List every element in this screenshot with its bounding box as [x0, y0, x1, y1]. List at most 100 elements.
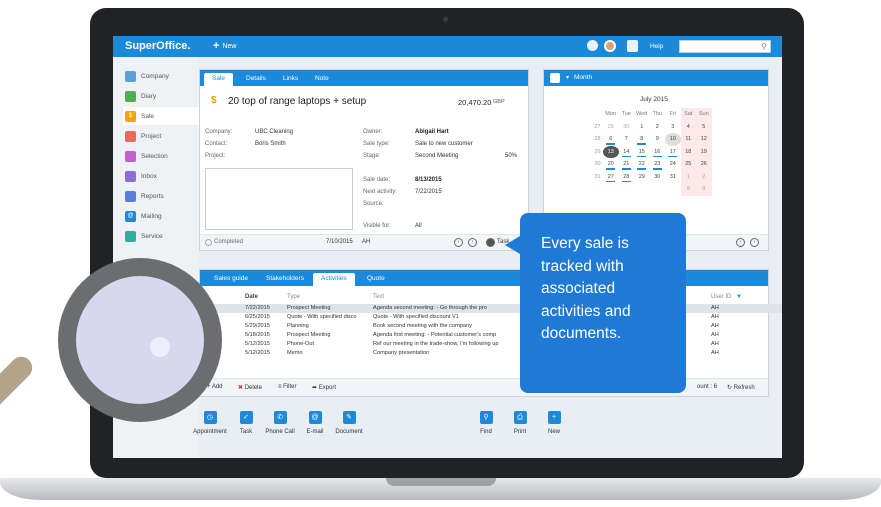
tab-sale[interactable]: Sale — [204, 73, 234, 86]
appointment-button[interactable]: ◷ Appointment — [191, 411, 229, 435]
calendar-lock-icon[interactable] — [550, 73, 560, 83]
search-input[interactable]: ⚲ — [679, 40, 771, 53]
table-row[interactable]: 5/18/2015 Prospect Meeting Agenda first … — [201, 331, 782, 340]
find-button[interactable]: ⚲ Find — [475, 411, 497, 435]
calendar-day[interactable]: 30 — [650, 171, 666, 184]
refresh-button[interactable]: ↻ Refresh — [727, 384, 755, 391]
contact-value[interactable]: Boris Smith — [255, 141, 286, 147]
previous-icon[interactable]: ‹ — [736, 238, 745, 247]
calendar-day[interactable]: 29 — [634, 171, 650, 184]
calendar-day[interactable]: 5 — [696, 120, 712, 133]
calendar-day[interactable]: 3 — [665, 121, 681, 134]
calendar-day[interactable]: 8 — [680, 183, 696, 196]
calendar-view-label[interactable]: Month — [574, 74, 592, 81]
column-date[interactable]: Date — [245, 294, 258, 300]
calendar-day[interactable]: 23 — [650, 158, 666, 171]
calendar-day[interactable]: 2 — [696, 170, 712, 183]
calendar-day[interactable]: 9 — [696, 183, 712, 196]
calendar-day[interactable]: 17 — [665, 146, 681, 159]
company-value[interactable]: UBC Cleaning — [255, 129, 293, 135]
delete-button[interactable]: ✖ Delete — [238, 384, 262, 391]
calendar-day-today[interactable]: 13 — [603, 145, 619, 158]
calendar-day[interactable]: 11 — [680, 133, 696, 146]
phone-call-button[interactable]: ✆ Phone Call — [263, 411, 297, 435]
calendar-day[interactable]: 6 — [603, 133, 619, 146]
calendar-day[interactable]: 1 — [680, 170, 696, 183]
calendar-day[interactable]: 12 — [696, 133, 712, 146]
stage-value[interactable]: Second Meeting — [415, 153, 458, 159]
export-button[interactable]: ➦ Export — [312, 384, 336, 391]
sidebar-item-reports[interactable]: Reports — [123, 187, 199, 205]
column-text[interactable]: Text — [373, 294, 384, 300]
calendar-day[interactable]: 15 — [634, 146, 650, 159]
tab-details[interactable]: Details — [238, 73, 274, 86]
calendar-day[interactable]: 14 — [619, 146, 635, 159]
calendar-day[interactable]: 24 — [665, 158, 681, 171]
calendar-day[interactable]: 2 — [650, 121, 666, 134]
sidebar-item-diary[interactable]: Diary — [123, 87, 199, 105]
table-row[interactable]: 5/29/2015 Planning Book second meeting w… — [201, 322, 782, 331]
calendar-day[interactable]: 26 — [696, 158, 712, 171]
new-toolbar-button[interactable]: + New — [543, 411, 565, 435]
tab-stakeholders[interactable]: Stakeholders — [258, 273, 312, 286]
calendar-day[interactable]: 28 — [619, 171, 635, 184]
sidebar-item-service[interactable]: Service — [123, 227, 199, 245]
calendar-day[interactable]: 7 — [619, 133, 635, 146]
calendar-day[interactable]: 9 — [650, 133, 666, 146]
column-user[interactable]: User ID — [711, 294, 731, 300]
calendar-day[interactable]: 8 — [634, 133, 650, 146]
calendar-day[interactable]: 16 — [650, 146, 666, 159]
sidebar-item-project[interactable]: Project — [123, 127, 199, 145]
calendar-day[interactable]: 1 — [634, 121, 650, 134]
sale-date-value[interactable]: 8/13/2015 — [415, 177, 442, 183]
next-icon[interactable]: › — [468, 238, 477, 247]
calendar-day[interactable]: 31 — [665, 171, 681, 184]
next-activity-value[interactable]: 7/22/2015 — [415, 189, 442, 195]
task-button[interactable]: ✓ Task — [235, 411, 257, 435]
sidebar-item-mailing[interactable]: @ Mailing — [123, 207, 199, 225]
calendar-day[interactable]: 18 — [680, 145, 696, 158]
tab-note[interactable]: Note — [307, 73, 337, 86]
owner-value[interactable]: Abigail Hart — [415, 129, 449, 135]
new-button[interactable]: + New — [213, 41, 236, 52]
email-button[interactable]: @ E-mail — [303, 411, 327, 435]
sidebar-item-company[interactable]: Company — [123, 67, 199, 85]
description-textarea[interactable] — [205, 168, 353, 230]
task-icon[interactable] — [486, 238, 495, 247]
filter-button[interactable]: ≡ Filter — [278, 384, 297, 390]
calendar-day[interactable]: 19 — [696, 145, 712, 158]
sidebar-item-sale[interactable]: $ Sale — [123, 107, 199, 125]
previous-icon[interactable]: ‹ — [454, 238, 463, 247]
notifications-icon[interactable] — [587, 40, 598, 51]
print-button[interactable]: ⎙ Print — [509, 411, 531, 435]
sidebar-item-selection[interactable]: Selection — [123, 147, 199, 165]
sale-type-value[interactable]: Sale to new customer — [415, 141, 473, 147]
tab-sales-guide[interactable]: Sales guide — [206, 273, 256, 286]
filter-icon[interactable]: ▼ — [736, 294, 742, 300]
help-link[interactable]: Help — [650, 43, 663, 50]
table-row[interactable]: 5/12/2015 Phone-Out Ref our meeting in t… — [201, 340, 782, 349]
calendar-day[interactable]: 4 — [680, 120, 696, 133]
completed-checkbox[interactable] — [205, 239, 212, 246]
tab-links[interactable]: Links — [275, 73, 306, 86]
visible-for-value[interactable]: All — [415, 223, 422, 229]
calendar-day[interactable]: 10 — [665, 133, 681, 146]
calendar-day[interactable]: 25 — [680, 158, 696, 171]
table-row[interactable]: 5/12/2015 Memo Company presentation AH — [201, 349, 782, 358]
calendar-day[interactable]: 20 — [603, 158, 619, 171]
table-row[interactable]: 7/22/2015 Prospect Meeting Agenda second… — [201, 304, 782, 313]
next-icon[interactable]: › — [750, 238, 759, 247]
tab-quote[interactable]: Quote — [359, 273, 393, 286]
table-row[interactable]: 6/25/2015 Quote - With specified disco Q… — [201, 313, 782, 322]
calendar-day[interactable]: 22 — [634, 158, 650, 171]
sidebar-item-inbox[interactable]: Inbox — [123, 167, 199, 185]
add-button[interactable]: + Add — [207, 384, 223, 390]
tab-activities[interactable]: Activities — [313, 273, 355, 286]
calendar-day[interactable]: 29 — [603, 121, 619, 134]
chevron-down-icon[interactable]: ▾ — [566, 74, 569, 81]
calendar-day[interactable]: 27 — [603, 171, 619, 184]
avatar[interactable] — [604, 40, 616, 52]
document-button[interactable]: ✎ Document — [332, 411, 366, 435]
calendar-day[interactable]: 21 — [619, 158, 635, 171]
calendar-day[interactable]: 30 — [619, 121, 635, 134]
